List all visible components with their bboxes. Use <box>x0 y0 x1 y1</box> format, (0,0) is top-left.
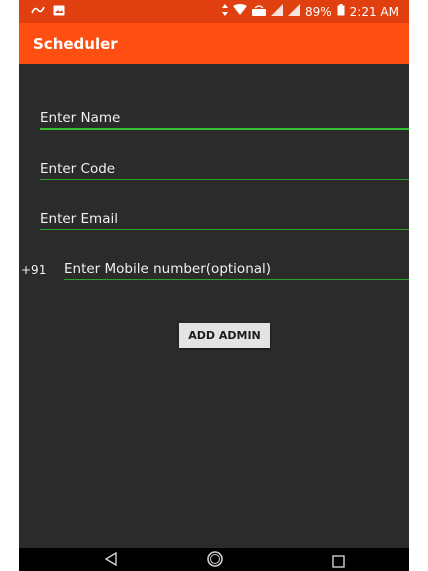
status-left-icons <box>31 4 65 19</box>
mobile-underline <box>64 279 409 280</box>
code-underline <box>40 179 409 180</box>
name-placeholder: Enter Name <box>40 110 121 126</box>
name-underline <box>40 128 409 130</box>
home-icon[interactable] <box>206 550 224 571</box>
data-arrows-icon <box>222 4 228 19</box>
name-field[interactable]: Enter Name <box>40 110 409 130</box>
email-field[interactable]: Enter Email <box>40 211 409 230</box>
volte-icon <box>252 4 266 19</box>
status-right-icons: 89% 2:21 AM <box>222 4 399 19</box>
email-underline <box>40 229 409 230</box>
notification-icon <box>31 4 45 19</box>
signal-icon-2 <box>288 4 300 19</box>
phone-screen: 89% 2:21 AM Scheduler Enter Name Enter C… <box>19 0 409 571</box>
navigation-bar <box>19 548 409 571</box>
code-field[interactable]: Enter Code <box>40 161 409 180</box>
signal-icon-1 <box>271 4 283 19</box>
wifi-icon <box>233 4 247 19</box>
email-placeholder: Enter Email <box>40 211 118 227</box>
clock-time: 2:21 AM <box>349 4 399 19</box>
app-title: Scheduler <box>33 35 118 53</box>
mobile-field[interactable]: Enter Mobile number(optional) <box>64 261 409 280</box>
code-placeholder: Enter Code <box>40 161 116 177</box>
image-icon <box>53 5 65 19</box>
battery-percent: 89% <box>305 4 332 19</box>
add-admin-button[interactable]: ADD ADMIN <box>179 323 270 348</box>
battery-icon <box>337 4 345 19</box>
app-bar: Scheduler <box>19 23 409 64</box>
mobile-placeholder: Enter Mobile number(optional) <box>64 261 272 277</box>
back-icon[interactable] <box>104 551 118 571</box>
status-bar: 89% 2:21 AM <box>19 0 409 23</box>
recents-icon[interactable] <box>332 553 345 571</box>
country-code-prefix: +91 <box>21 263 47 277</box>
